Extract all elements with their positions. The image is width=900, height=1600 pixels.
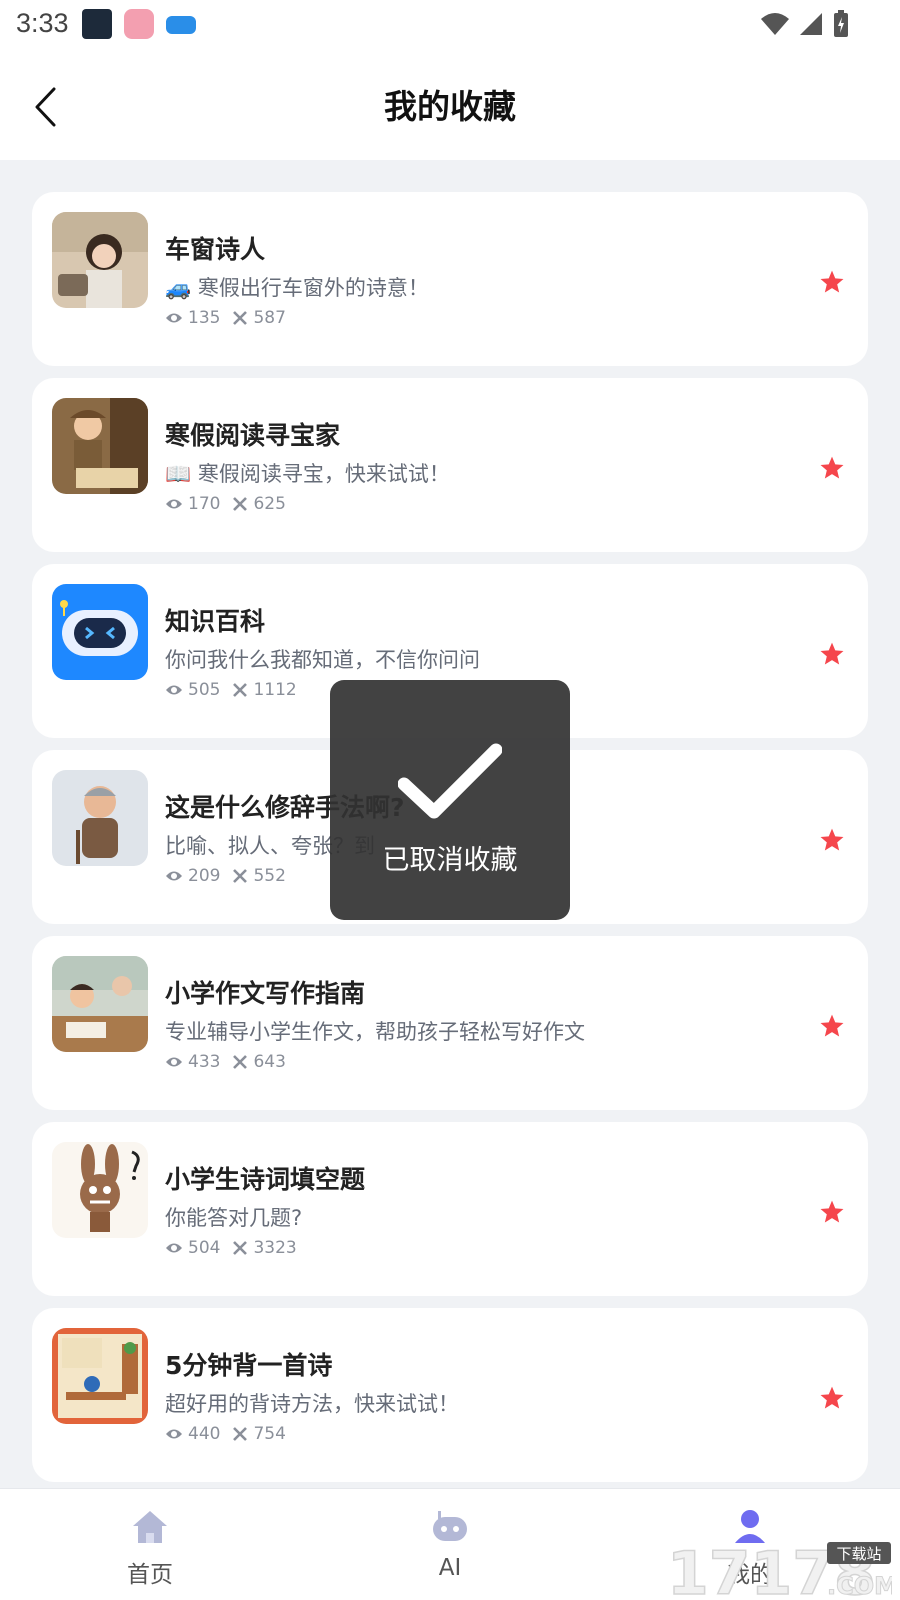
- eye-icon: [166, 1243, 182, 1253]
- card-stats: 209 552: [165, 866, 298, 886]
- eye-icon: [166, 313, 182, 323]
- tab-home[interactable]: 首页: [0, 1489, 300, 1600]
- eye-icon: [166, 871, 182, 881]
- favorite-star-button[interactable]: [814, 1008, 850, 1044]
- favorite-card-reading-treasure[interactable]: 寒假阅读寻宝家 📖 寒假阅读寻宝，快来试试！ 170 625: [32, 378, 868, 552]
- tab-mine[interactable]: 我的: [600, 1489, 900, 1600]
- card-title: 车窗诗人: [165, 235, 266, 264]
- toast-unfavorited: 已取消收藏: [330, 680, 570, 920]
- use-count: 3323: [253, 1238, 297, 1258]
- study-desk-thumbnail: [52, 1328, 148, 1424]
- card-title: 5分钟背一首诗: [165, 1351, 333, 1380]
- favorite-star-button[interactable]: [814, 450, 850, 486]
- toast-message: 已取消收藏: [382, 845, 518, 876]
- eye-icon: [166, 1057, 182, 1067]
- view-count: 170: [188, 494, 221, 514]
- card-stats: 433 643: [165, 1052, 298, 1072]
- favorite-card-essay-guide[interactable]: 小学作文写作指南 专业辅导小学生作文，帮助孩子轻松写好作文 433 643: [32, 936, 868, 1110]
- eye-icon: [166, 499, 182, 509]
- use-count: 625: [253, 494, 286, 514]
- card-description: 你能答对几题?: [165, 1206, 303, 1230]
- use-count: 1112: [253, 680, 297, 700]
- tools-icon: [233, 497, 248, 511]
- use-count: 587: [253, 308, 286, 328]
- bottom-tab-bar: 首页 AI 我的: [0, 1488, 900, 1600]
- card-stats: 440 754: [165, 1424, 298, 1444]
- checkmark-icon: [398, 743, 502, 819]
- tab-label: 我的: [727, 1562, 773, 1588]
- book-emoji-icon: 📖: [165, 462, 192, 486]
- bunny-character-thumbnail: [52, 1142, 148, 1238]
- card-description: 🚙 寒假出行车窗外的诗意！: [165, 276, 429, 300]
- tools-icon: [233, 683, 248, 697]
- robot-icon: [433, 1511, 467, 1541]
- home-icon: [133, 1511, 167, 1543]
- favorite-card-poetry-fill[interactable]: 小学生诗词填空题 你能答对几题? 504 3323: [32, 1122, 868, 1296]
- view-count: 505: [188, 680, 221, 700]
- user-icon: [735, 1510, 765, 1543]
- card-title: 知识百科: [165, 607, 266, 636]
- view-count: 135: [188, 308, 221, 328]
- tools-icon: [233, 1241, 248, 1255]
- tab-label: AI: [438, 1555, 462, 1581]
- battery-icon: [834, 10, 848, 37]
- wifi-icon: [761, 13, 789, 35]
- card-title: 寒假阅读寻宝家: [165, 421, 341, 450]
- car-app-icon: [166, 16, 196, 34]
- robot-icon: [52, 584, 148, 680]
- tools-icon: [233, 311, 248, 325]
- classroom-thumbnail: [52, 956, 148, 1052]
- view-count: 504: [188, 1238, 221, 1258]
- star-icon: [820, 1386, 844, 1409]
- card-description: 超好用的背诗方法，快来试试！: [165, 1392, 459, 1416]
- card-stats: 135 587: [165, 308, 298, 328]
- view-count: 433: [188, 1052, 221, 1072]
- star-icon: [820, 1014, 844, 1037]
- card-description: 专业辅导小学生作文，帮助孩子轻松写好作文: [165, 1020, 585, 1044]
- view-count: 440: [188, 1424, 221, 1444]
- signal-icon: [800, 13, 822, 35]
- favorite-star-button[interactable]: [814, 1194, 850, 1230]
- eye-icon: [166, 1429, 182, 1439]
- card-title: 小学作文写作指南: [165, 979, 366, 1008]
- card-description: 你问我什么我都知道，不信你问问: [165, 648, 480, 672]
- favorite-star-button[interactable]: [814, 822, 850, 858]
- star-icon: [820, 828, 844, 851]
- tab-ai[interactable]: AI: [300, 1489, 600, 1600]
- tools-icon: [233, 1427, 248, 1441]
- star-icon: [820, 456, 844, 479]
- card-stats: 505 1112: [165, 680, 309, 700]
- old-man-thumbnail: [52, 770, 148, 866]
- use-count: 754: [253, 1424, 286, 1444]
- car-emoji-icon: 🚙: [165, 276, 192, 300]
- eye-icon: [166, 685, 182, 695]
- nav-bar: 我的收藏: [0, 52, 900, 160]
- tools-icon: [233, 1055, 248, 1069]
- favorite-card-car-window-poet[interactable]: 车窗诗人 🚙 寒假出行车窗外的诗意！ 135 587: [32, 192, 868, 366]
- page-title: 我的收藏: [384, 87, 516, 126]
- star-icon: [820, 1200, 844, 1223]
- favorite-star-button[interactable]: [814, 264, 850, 300]
- card-stats: 170 625: [165, 494, 298, 514]
- robot-thumbnail: [52, 584, 148, 680]
- use-count: 552: [253, 866, 286, 886]
- status-time: 3:33: [16, 8, 69, 38]
- clock-app-icon: [82, 9, 112, 39]
- favorite-star-button[interactable]: [814, 1380, 850, 1416]
- reading-treasure-thumbnail: [52, 398, 148, 494]
- card-description: 📖 寒假阅读寻宝，快来试试！: [165, 462, 450, 486]
- card-title: 小学生诗词填空题: [165, 1165, 366, 1194]
- avatar-app-icon: [124, 9, 154, 39]
- favorite-star-button[interactable]: [814, 636, 850, 672]
- favorite-card-poem-memorize[interactable]: 5分钟背一首诗 超好用的背诗方法，快来试试！ 440 754: [32, 1308, 868, 1482]
- status-bar: 3:33: [0, 0, 900, 52]
- use-count: 643: [253, 1052, 286, 1072]
- card-stats: 504 3323: [165, 1238, 309, 1258]
- star-icon: [820, 642, 844, 665]
- car-window-poet-thumbnail: [52, 212, 148, 308]
- star-icon: [820, 270, 844, 293]
- tab-label: 首页: [127, 1562, 173, 1588]
- view-count: 209: [188, 866, 221, 886]
- tools-icon: [233, 869, 248, 883]
